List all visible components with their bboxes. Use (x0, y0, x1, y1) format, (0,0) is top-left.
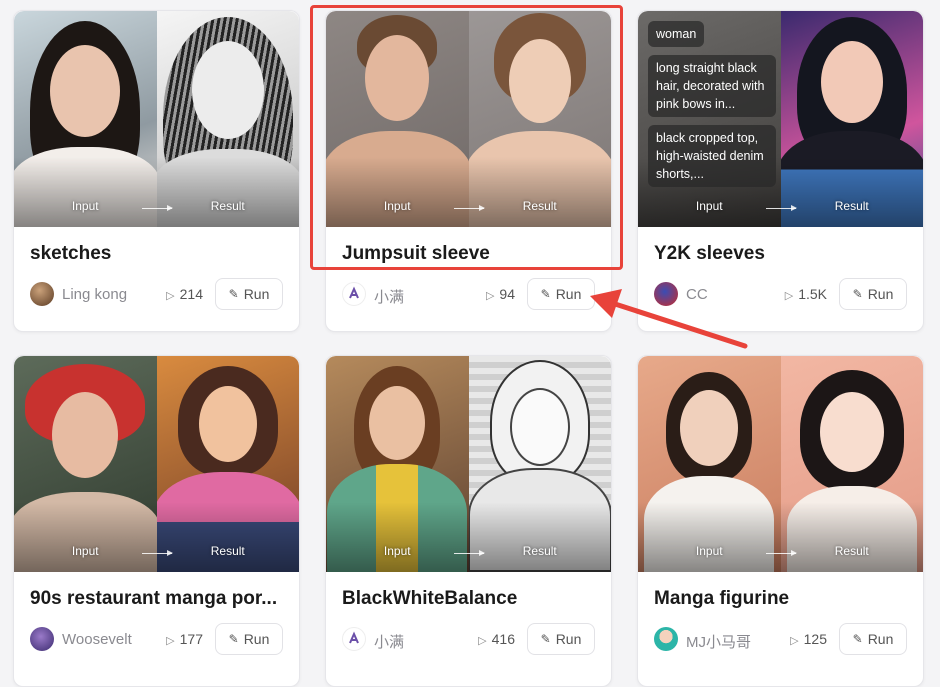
card-meta: 小满 ▷ 94 ✎ Run (342, 276, 595, 312)
workflow-card-blackwhitebalance[interactable]: Input Result BlackWhiteBalance 小满 ▷ 416 ✎… (325, 355, 612, 687)
run-count: ▷ 94 (485, 286, 515, 302)
run-button[interactable]: ✎ Run (839, 623, 907, 655)
card-meta: Woosevelt ▷ 177 ✎ Run (30, 621, 283, 657)
run-count: ▷ 125 (790, 631, 827, 647)
play-icon: ▷ (478, 635, 487, 647)
result-label: Result (522, 199, 557, 213)
result-label: Result (210, 544, 245, 558)
result-label: Result (834, 544, 869, 558)
workflow-card-sketches[interactable]: Input Result sketches Ling kong ▷ 214 ✎ Ru… (13, 10, 300, 332)
result-label: Result (210, 199, 245, 213)
input-label: Input (71, 544, 99, 558)
input-label: Input (695, 199, 723, 213)
magic-wand-icon: ✎ (540, 632, 551, 646)
input-image (14, 11, 157, 227)
arrow-right-icon (765, 550, 797, 556)
avatar[interactable] (342, 627, 366, 651)
run-button[interactable]: ✎ Run (215, 278, 283, 310)
author-name[interactable]: 小满 (374, 631, 404, 652)
card-meta: CC ▷ 1.5K ✎ Run (654, 276, 907, 312)
input-label: Input (71, 199, 99, 213)
card-title[interactable]: 90s restaurant manga por... (30, 588, 277, 610)
input-label: Input (695, 544, 723, 558)
run-count: ▷ 177 (166, 631, 203, 647)
card-thumbnail[interactable]: Input Result (14, 356, 299, 572)
run-button[interactable]: ✎ Run (527, 278, 595, 310)
run-count: ▷ 1.5K (784, 286, 827, 302)
input-label: Input (383, 199, 411, 213)
result-image (468, 356, 611, 572)
input-image (326, 11, 469, 227)
run-count: ▷ 214 (166, 286, 203, 302)
card-title[interactable]: sketches (30, 243, 111, 265)
card-thumbnail[interactable]: Input Result (638, 356, 923, 572)
play-icon: ▷ (485, 290, 495, 302)
card-meta: 小满 ▷ 416 ✎ Run (342, 621, 595, 657)
card-title[interactable]: Manga figurine (654, 588, 789, 610)
prompt-tag: woman (648, 21, 705, 47)
author-name[interactable]: 小满 (374, 286, 404, 307)
run-count: ▷ 416 (478, 631, 515, 647)
magic-wand-icon: ✎ (228, 287, 239, 301)
magic-wand-icon: ✎ (852, 632, 863, 646)
run-button[interactable]: ✎ Run (839, 278, 907, 310)
author-name[interactable]: MJ小马哥 (686, 631, 751, 652)
play-icon: ▷ (784, 290, 794, 302)
input-label: Input (383, 544, 411, 558)
card-thumbnail[interactable]: Input Result (326, 356, 611, 572)
card-title[interactable]: BlackWhiteBalance (342, 588, 517, 610)
play-icon: ▷ (166, 635, 175, 647)
arrow-right-icon (765, 205, 797, 211)
result-image (780, 356, 923, 572)
arrow-right-icon (453, 550, 485, 556)
magic-wand-icon: ✎ (852, 287, 863, 301)
workflow-card-jumpsuit-sleeve[interactable]: Input Result Jumpsuit sleeve 小满 ▷ 94 ✎ Run (325, 10, 612, 332)
result-image (468, 11, 611, 227)
card-thumbnail[interactable]: woman long straight black hair, decorate… (638, 11, 923, 227)
run-button[interactable]: ✎ Run (215, 623, 283, 655)
card-thumbnail[interactable]: Input Result (14, 11, 299, 227)
arrow-right-icon (141, 205, 173, 211)
result-label: Result (834, 199, 869, 213)
avatar[interactable] (654, 282, 678, 306)
avatar[interactable] (654, 627, 678, 651)
play-icon: ▷ (790, 635, 799, 647)
result-image (156, 356, 299, 572)
card-meta: Ling kong ▷ 214 ✎ Run (30, 276, 283, 312)
result-image (780, 11, 923, 227)
arrow-right-icon (141, 550, 173, 556)
prompt-tag: black cropped top, high-waisted denim sh… (648, 125, 776, 187)
magic-wand-icon: ✎ (228, 632, 239, 646)
input-image (638, 356, 781, 572)
play-icon: ▷ (166, 290, 175, 302)
card-meta: MJ小马哥 ▷ 125 ✎ Run (654, 621, 907, 657)
result-image (156, 11, 299, 227)
avatar[interactable] (30, 282, 54, 306)
prompt-tag: long straight black hair, decorated with… (648, 55, 776, 117)
avatar[interactable] (30, 627, 54, 651)
result-label: Result (522, 544, 557, 558)
workflow-card-manga-figurine[interactable]: Input Result Manga figurine MJ小马哥 ▷ 125 ✎… (637, 355, 924, 687)
arrow-right-icon (453, 205, 485, 211)
input-image (14, 356, 157, 572)
author-name[interactable]: Woosevelt (62, 631, 132, 648)
workflow-card-90s-restaurant[interactable]: Input Result 90s restaurant manga por...… (13, 355, 300, 687)
avatar[interactable] (342, 282, 366, 306)
author-name[interactable]: CC (686, 286, 708, 303)
input-image (326, 356, 469, 572)
run-button[interactable]: ✎ Run (527, 623, 595, 655)
card-title[interactable]: Jumpsuit sleeve (342, 243, 490, 265)
card-title[interactable]: Y2K sleeves (654, 243, 765, 265)
magic-wand-icon: ✎ (540, 287, 551, 301)
card-thumbnail[interactable]: Input Result (326, 11, 611, 227)
author-name[interactable]: Ling kong (62, 286, 127, 303)
workflow-card-y2k-sleeves[interactable]: woman long straight black hair, decorate… (637, 10, 924, 332)
